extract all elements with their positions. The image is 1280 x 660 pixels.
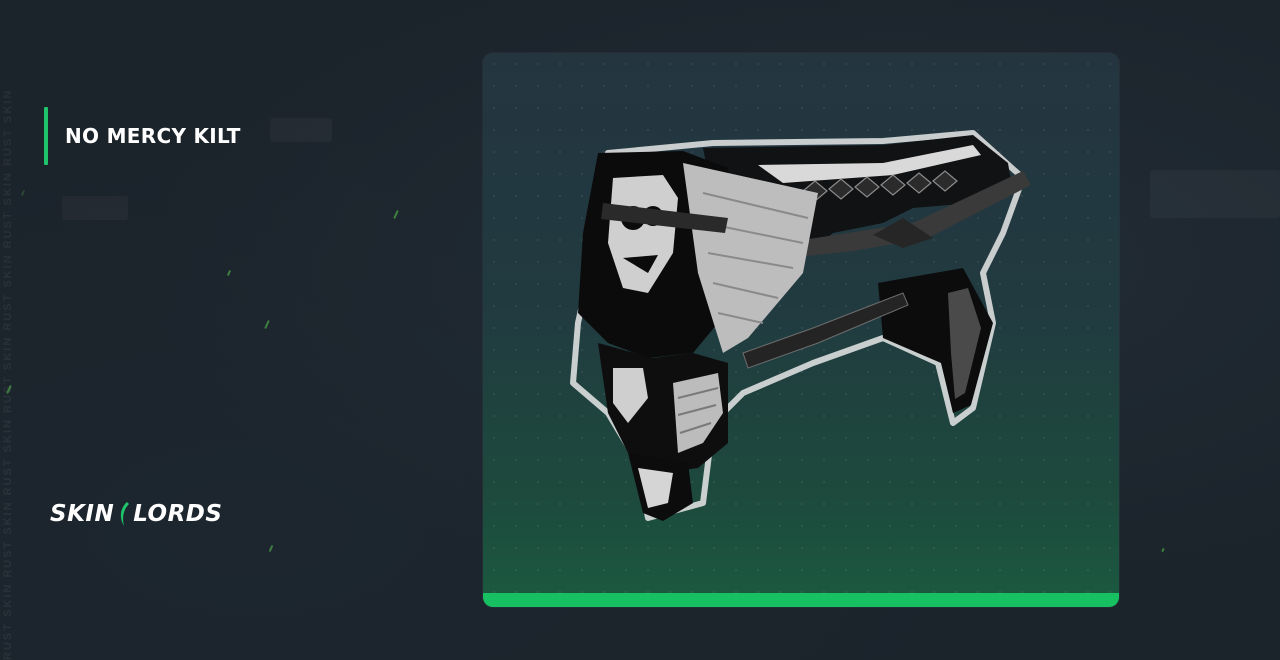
spark-decoration <box>264 319 270 330</box>
spark-decoration <box>1161 547 1165 553</box>
skinlords-logo: SKIN LORDS <box>50 500 222 528</box>
item-title: NO MERCY KILT <box>65 124 241 148</box>
spark-decoration <box>268 544 274 553</box>
page: RUST SKIN RUST SKIN RUST SKIN RUST SKIN … <box>0 0 1280 660</box>
logo-text-left: SKIN <box>50 501 115 527</box>
item-title-block: NO MERCY KILT <box>44 107 241 165</box>
logo-text-right: LORDS <box>133 501 223 527</box>
item-card <box>483 53 1119 607</box>
green-blade-icon <box>121 502 130 526</box>
spark-decoration <box>20 189 26 197</box>
card-bottom-bar <box>483 593 1119 607</box>
spark-decoration <box>393 209 399 220</box>
ghost-bar <box>62 196 128 220</box>
title-accent-bar <box>44 107 48 165</box>
spark-decoration <box>226 269 232 277</box>
kilt-skin-icon <box>570 130 1031 521</box>
ghost-bar <box>1150 170 1280 218</box>
side-watermark: RUST SKIN RUST SKIN RUST SKIN RUST SKIN … <box>2 88 14 660</box>
ghost-bar <box>270 118 332 142</box>
